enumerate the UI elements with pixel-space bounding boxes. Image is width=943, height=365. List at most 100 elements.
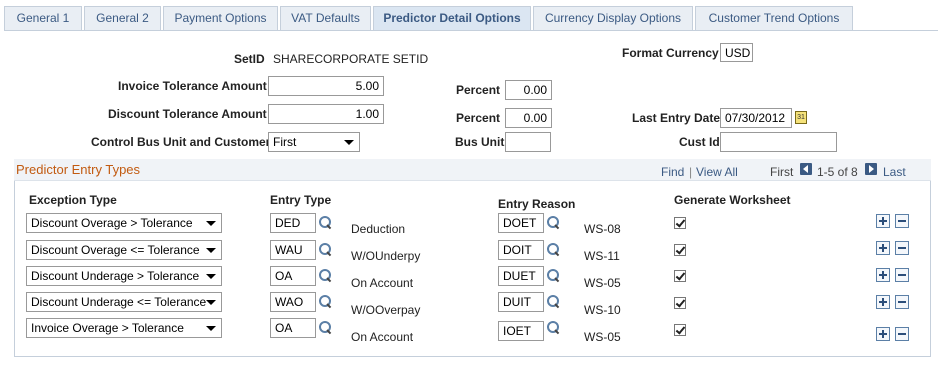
- lookup-icon[interactable]: [319, 269, 332, 282]
- exception-type-select[interactable]: Invoice Overage > Tolerance: [26, 318, 222, 338]
- format-currency-field: USD: [720, 43, 753, 62]
- entry-type-input[interactable]: OA: [270, 318, 316, 338]
- lookup-icon[interactable]: [547, 243, 560, 256]
- invoice-tolerance-input[interactable]: 5.00: [268, 76, 384, 96]
- generate-worksheet-checkbox[interactable]: [674, 244, 686, 256]
- worksheet-code: WS-08: [584, 222, 621, 236]
- percent-input-1[interactable]: 0.00: [505, 80, 552, 100]
- entry-type-desc: Deduction: [351, 222, 406, 236]
- chevron-down-icon: [344, 140, 354, 145]
- entry-reason-input[interactable]: DUIT: [498, 292, 544, 312]
- setid-value: SHARECORPORATE SETID: [273, 52, 429, 66]
- control-bus-unit-select[interactable]: First: [268, 132, 360, 152]
- exception-type-value: Discount Underage <= Tolerance: [31, 295, 207, 309]
- generate-worksheet-checkbox[interactable]: [674, 270, 686, 282]
- generate-worksheet-checkbox[interactable]: [674, 297, 686, 309]
- entry-type-input[interactable]: OA: [270, 266, 316, 286]
- entry-type-desc: W/OOverpay: [351, 303, 421, 317]
- lookup-icon[interactable]: [547, 216, 560, 229]
- entry-type-input[interactable]: WAU: [270, 240, 316, 260]
- entry-type-desc: W/OUnderpy: [351, 249, 421, 263]
- entry-reason-input[interactable]: DOET: [498, 213, 544, 233]
- entry-type-input[interactable]: DED: [270, 213, 316, 233]
- invoice-tolerance-label: Invoice Tolerance Amount: [118, 79, 267, 93]
- exception-type-value: Invoice Overage > Tolerance: [31, 321, 184, 335]
- view-all-link[interactable]: View All: [696, 165, 738, 179]
- lookup-icon[interactable]: [547, 321, 560, 334]
- delete-row-button[interactable]: [895, 327, 909, 341]
- format-currency-label: Format Currency: [622, 46, 719, 60]
- col-entry-reason: Entry Reason: [498, 197, 576, 211]
- lookup-icon[interactable]: [319, 216, 332, 229]
- add-row-button[interactable]: [876, 327, 890, 341]
- exception-type-select[interactable]: Discount Overage > Tolerance: [26, 213, 222, 233]
- chevron-down-icon: [206, 300, 216, 305]
- first-label: First: [770, 165, 794, 179]
- exception-type-select[interactable]: Discount Overage <= Tolerance: [26, 240, 222, 260]
- tab-payment-options[interactable]: Payment Options: [163, 6, 278, 30]
- discount-tolerance-input[interactable]: 1.00: [268, 104, 384, 124]
- chevron-down-icon: [206, 221, 216, 226]
- tab-predictor-detail-options[interactable]: Predictor Detail Options: [373, 6, 531, 31]
- discount-tolerance-label: Discount Tolerance Amount: [108, 107, 267, 121]
- chevron-down-icon: [206, 326, 216, 331]
- tab-customer-trend-options[interactable]: Customer Trend Options: [695, 6, 853, 30]
- worksheet-code: WS-05: [584, 330, 621, 344]
- bus-unit-label: Bus Unit: [455, 135, 505, 149]
- setid-label: SetID: [234, 52, 265, 66]
- find-link[interactable]: Find: [661, 165, 684, 179]
- exception-type-select[interactable]: Discount Underage > Tolerance: [26, 266, 222, 286]
- chevron-down-icon: [206, 274, 216, 279]
- col-exception-type: Exception Type: [29, 193, 117, 207]
- delete-row-button[interactable]: [895, 268, 909, 282]
- add-row-button[interactable]: [876, 268, 890, 282]
- lookup-icon[interactable]: [319, 243, 332, 256]
- previous-icon[interactable]: [800, 163, 812, 175]
- last-entry-date-input[interactable]: 07/30/2012: [720, 108, 792, 128]
- chevron-down-icon: [206, 248, 216, 253]
- exception-type-select[interactable]: Discount Underage <= Tolerance: [26, 292, 222, 312]
- tab-vat-defaults[interactable]: VAT Defaults: [280, 6, 371, 30]
- cust-id-input[interactable]: [720, 132, 837, 152]
- add-row-button[interactable]: [876, 295, 890, 309]
- delete-row-button[interactable]: [895, 214, 909, 228]
- delete-row-button[interactable]: [895, 241, 909, 255]
- exception-type-value: Discount Overage > Tolerance: [31, 216, 193, 230]
- lookup-icon[interactable]: [319, 295, 332, 308]
- add-row-button[interactable]: [876, 214, 890, 228]
- entry-reason-input[interactable]: DOIT: [498, 240, 544, 260]
- next-icon[interactable]: [865, 163, 877, 175]
- tab-general-1[interactable]: General 1: [4, 6, 82, 30]
- grid-header-bar: [14, 159, 931, 181]
- lookup-icon[interactable]: [547, 269, 560, 282]
- cust-id-label: Cust Id: [679, 135, 720, 149]
- tab-divider: [4, 30, 938, 31]
- lookup-icon[interactable]: [319, 321, 332, 334]
- col-generate-worksheet: Generate Worksheet: [674, 193, 791, 207]
- calendar-icon[interactable]: 31: [795, 111, 807, 124]
- row-range: 1-5 of 8: [817, 165, 858, 179]
- entry-type-desc: On Account: [351, 330, 414, 344]
- grid-title: Predictor Entry Types: [16, 162, 141, 177]
- percent-input-2[interactable]: 0.00: [505, 108, 552, 128]
- worksheet-code: WS-11: [584, 249, 620, 263]
- generate-worksheet-checkbox[interactable]: [674, 217, 686, 229]
- grid-nav-separator: |: [689, 165, 693, 179]
- add-row-button[interactable]: [876, 241, 890, 255]
- worksheet-code: WS-10: [584, 303, 621, 317]
- entry-reason-input[interactable]: IOET: [498, 321, 544, 341]
- generate-worksheet-checkbox[interactable]: [674, 324, 686, 336]
- bus-unit-input[interactable]: [505, 132, 551, 152]
- last-entry-date-label: Last Entry Date: [632, 111, 721, 125]
- col-entry-type: Entry Type: [270, 193, 332, 207]
- tab-general-2[interactable]: General 2: [84, 6, 161, 30]
- tab-currency-display-options[interactable]: Currency Display Options: [533, 6, 693, 30]
- delete-row-button[interactable]: [895, 295, 909, 309]
- lookup-icon[interactable]: [547, 295, 560, 308]
- percent-label-1: Percent: [456, 83, 501, 97]
- control-bus-unit-value: First: [273, 135, 297, 149]
- entry-type-input[interactable]: WAO: [270, 292, 316, 312]
- entry-reason-input[interactable]: DUET: [498, 266, 544, 286]
- control-bus-unit-label: Control Bus Unit and Customer: [91, 135, 271, 149]
- percent-label-2: Percent: [456, 111, 501, 125]
